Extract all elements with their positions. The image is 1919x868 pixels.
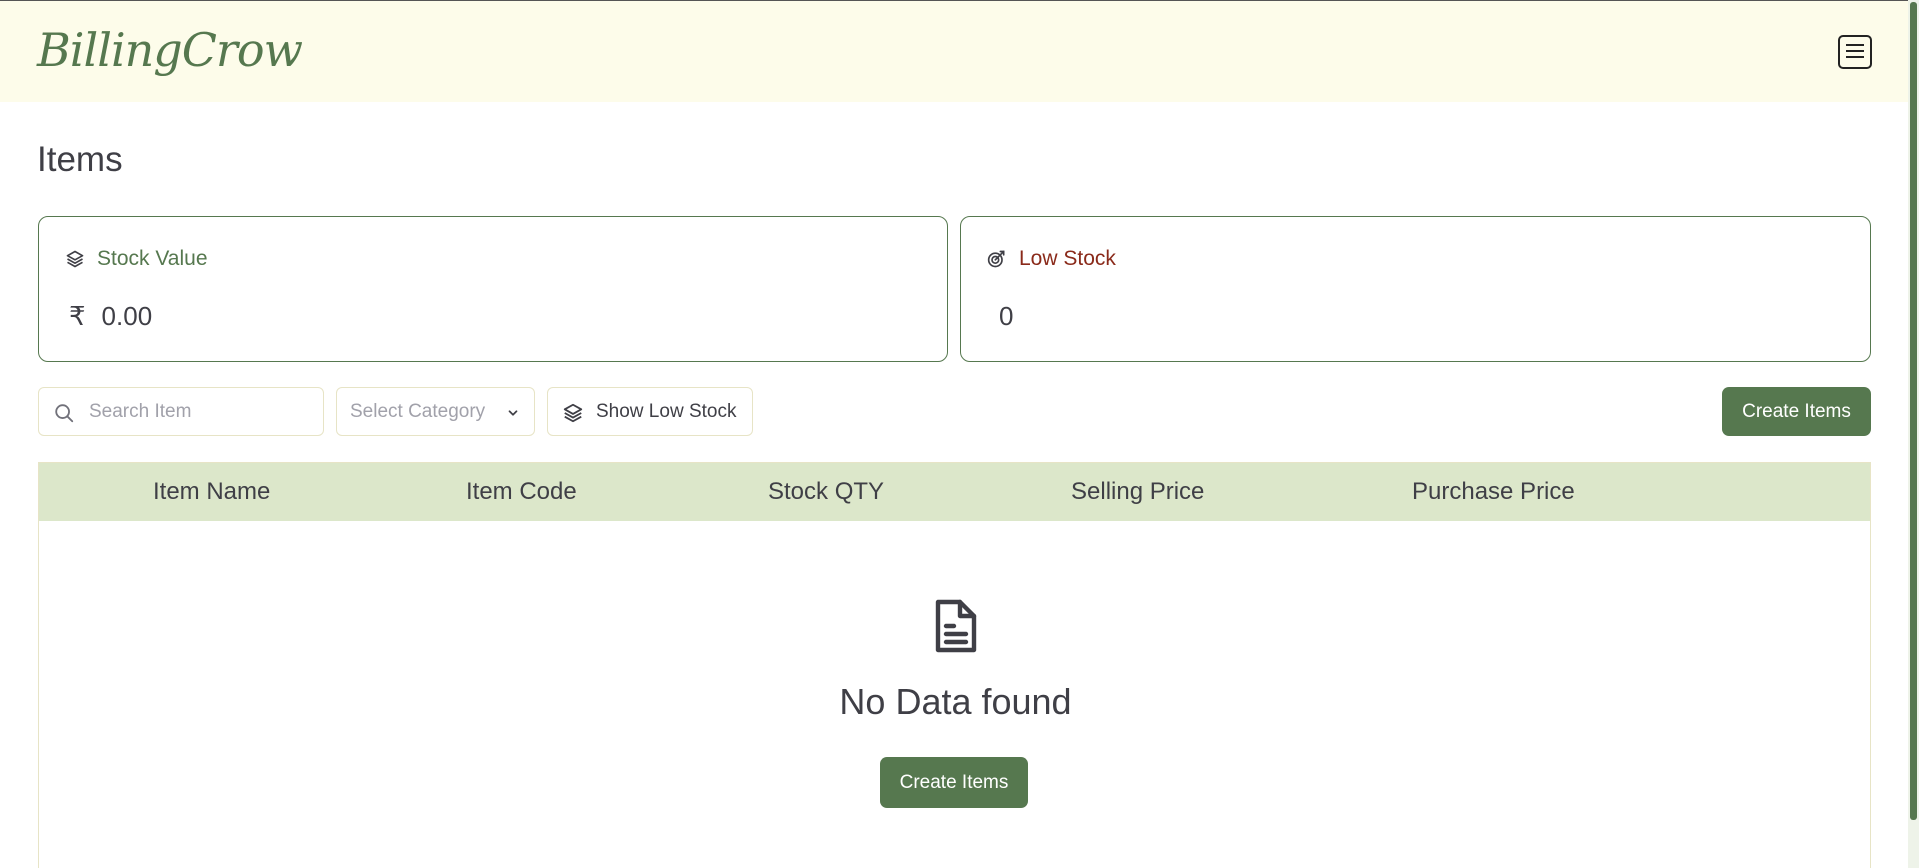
page-title: Items xyxy=(37,140,123,179)
layers-icon xyxy=(66,250,84,268)
category-select-placeholder: Select Category xyxy=(350,401,486,422)
scrollbar-thumb[interactable] xyxy=(1910,2,1917,820)
search-box[interactable] xyxy=(38,387,324,436)
stock-value-card: Stock Value ₹ 0.00 xyxy=(38,216,948,362)
show-low-stock-button[interactable]: Show Low Stock xyxy=(547,387,753,436)
hamburger-menu-button[interactable] xyxy=(1838,35,1872,69)
show-low-stock-label: Show Low Stock xyxy=(596,401,737,422)
empty-state-title: No Data found xyxy=(839,681,1072,722)
empty-state-create-button[interactable]: Create Items xyxy=(880,757,1028,808)
low-stock-count: 0 xyxy=(999,301,1014,331)
column-header-purchase-price[interactable]: Purchase Price xyxy=(1412,478,1575,506)
table-header-row: Item Name Item Code Stock QTY Selling Pr… xyxy=(39,463,1870,521)
document-icon xyxy=(935,599,977,653)
stock-value-label: Stock Value xyxy=(97,247,208,270)
low-stock-icon xyxy=(987,250,1005,268)
column-header-item-code[interactable]: Item Code xyxy=(466,478,577,506)
create-items-button[interactable]: Create Items xyxy=(1722,387,1871,436)
top-header: BillingCrow xyxy=(0,0,1908,102)
category-select[interactable]: Select Category xyxy=(336,387,535,436)
search-icon xyxy=(55,404,74,423)
brand-logo[interactable]: BillingCrow xyxy=(37,23,303,77)
currency-symbol: ₹ xyxy=(69,301,86,331)
stock-value-amount: 0.00 xyxy=(101,301,153,331)
layers-icon xyxy=(563,403,583,423)
search-input[interactable] xyxy=(87,388,317,435)
low-stock-label: Low Stock xyxy=(1019,247,1116,270)
low-stock-card: Low Stock 0 xyxy=(960,216,1871,362)
column-header-stock-qty[interactable]: Stock QTY xyxy=(768,478,884,506)
column-header-selling-price[interactable]: Selling Price xyxy=(1071,478,1204,506)
column-header-item-name[interactable]: Item Name xyxy=(153,478,270,506)
hamburger-menu-icon xyxy=(1846,44,1864,46)
chevron-down-icon xyxy=(508,410,518,416)
items-table: Item Name Item Code Stock QTY Selling Pr… xyxy=(38,462,1871,868)
